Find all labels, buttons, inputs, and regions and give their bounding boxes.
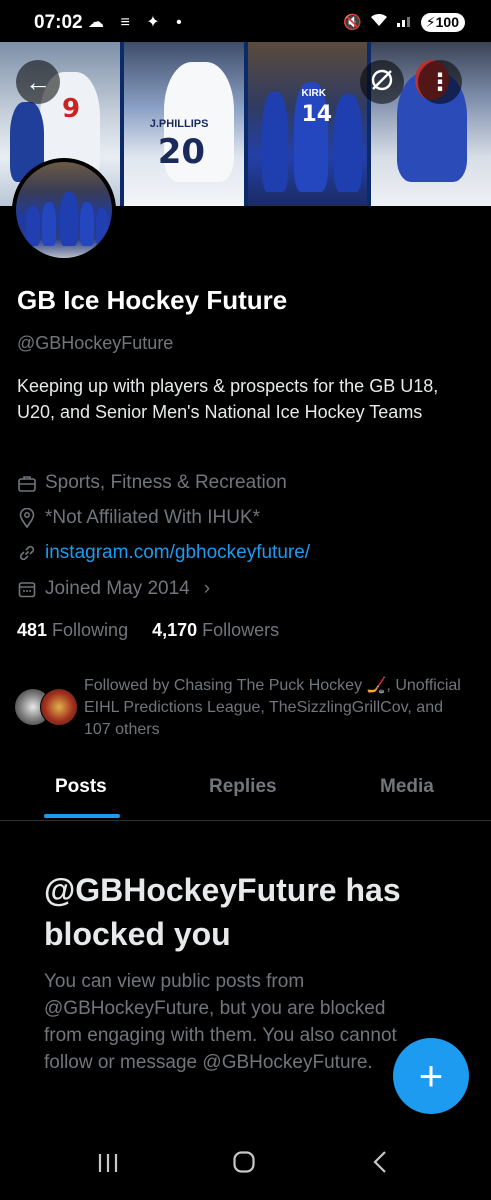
chevron-right-icon: › (203, 578, 211, 599)
signal-icon (396, 12, 414, 32)
followed-by-text[interactable]: Followed by Chasing The Puck Hockey 🏒, U… (84, 675, 464, 741)
mute-icon: 🔇 (343, 14, 362, 31)
blocked-description: You can view public posts from @GBHockey… (44, 971, 397, 1073)
wifi-icon (369, 12, 389, 32)
link-icon (17, 544, 37, 562)
home-button[interactable] (232, 1150, 256, 1181)
jersey-number: 9 (62, 94, 81, 124)
profile-tabs: Posts Replies Media (0, 760, 491, 821)
profile-category: Sports, Fitness & Recreation (17, 472, 287, 494)
jersey-number: 14 (301, 102, 333, 127)
tab-media[interactable]: Media (380, 776, 434, 798)
profile-avatar[interactable] (12, 158, 116, 262)
notification-icons: ☁ ≡ ✦ • (88, 14, 188, 31)
category-label: Sports, Fitness & Recreation (45, 472, 287, 493)
following-count: 481 (17, 620, 48, 640)
status-time: 07:02 (34, 12, 83, 33)
compose-button[interactable]: + (393, 1038, 469, 1114)
more-options-button[interactable]: ⋮ (418, 60, 462, 104)
grok-icon (369, 67, 395, 98)
status-bar: 07:02 ☁ ≡ ✦ • 🔇 ⚡100 (0, 0, 491, 42)
back-arrow-icon: ← (25, 66, 51, 97)
briefcase-icon (17, 475, 37, 492)
location-label: *Not Affiliated With IHUK* (45, 507, 261, 528)
active-tab-indicator (44, 814, 120, 818)
battery-indicator: ⚡100 (420, 12, 465, 32)
calendar-icon (17, 580, 37, 598)
more-icon: ⋮ (428, 68, 452, 96)
followers-stat[interactable]: 4,170 Followers (152, 620, 279, 641)
tab-posts[interactable]: Posts (55, 776, 107, 798)
jersey-number: 20 (157, 132, 206, 172)
following-stat[interactable]: 481 Following (17, 620, 128, 641)
following-label: Following (52, 620, 129, 640)
tab-replies[interactable]: Replies (209, 776, 277, 798)
followers-count: 4,170 (152, 620, 198, 640)
banner-photo-2: J.PHILLIPS 20 (123, 42, 244, 206)
follower-avatar (40, 688, 78, 726)
jersey-name: KIRK (301, 88, 326, 99)
back-button[interactable]: ← (16, 60, 60, 104)
grok-button[interactable] (360, 60, 404, 104)
system-navigation-bar (0, 1140, 491, 1200)
banner-photo-3: KIRK 14 (247, 42, 368, 206)
plus-icon: + (418, 1052, 444, 1099)
recent-apps-button[interactable] (96, 1150, 120, 1181)
profile-location: *Not Affiliated With IHUK* (17, 507, 260, 529)
follow-stats: 481 Following 4,170 Followers (17, 620, 279, 641)
avatar-photo (16, 162, 112, 258)
system-back-button[interactable] (372, 1150, 388, 1181)
jersey-name: J.PHILLIPS (149, 118, 209, 130)
profile-joined[interactable]: Joined May 2014 › (17, 578, 210, 600)
joined-label: Joined May 2014 (45, 578, 190, 599)
profile-website[interactable]: instagram.com/gbhockeyfuture/ (17, 542, 310, 564)
followers-label: Followers (202, 620, 280, 640)
blocked-title: @GBHockeyFuture has blocked you (44, 872, 401, 952)
profile-bio: Keeping up with players & prospects for … (17, 376, 439, 422)
website-link[interactable]: instagram.com/gbhockeyfuture/ (45, 542, 310, 564)
location-icon (17, 508, 37, 528)
system-status-icons: 🔇 ⚡100 (343, 12, 465, 32)
profile-handle: @GBHockeyFuture (17, 333, 174, 353)
profile-name: GB Ice Hockey Future (17, 285, 288, 315)
